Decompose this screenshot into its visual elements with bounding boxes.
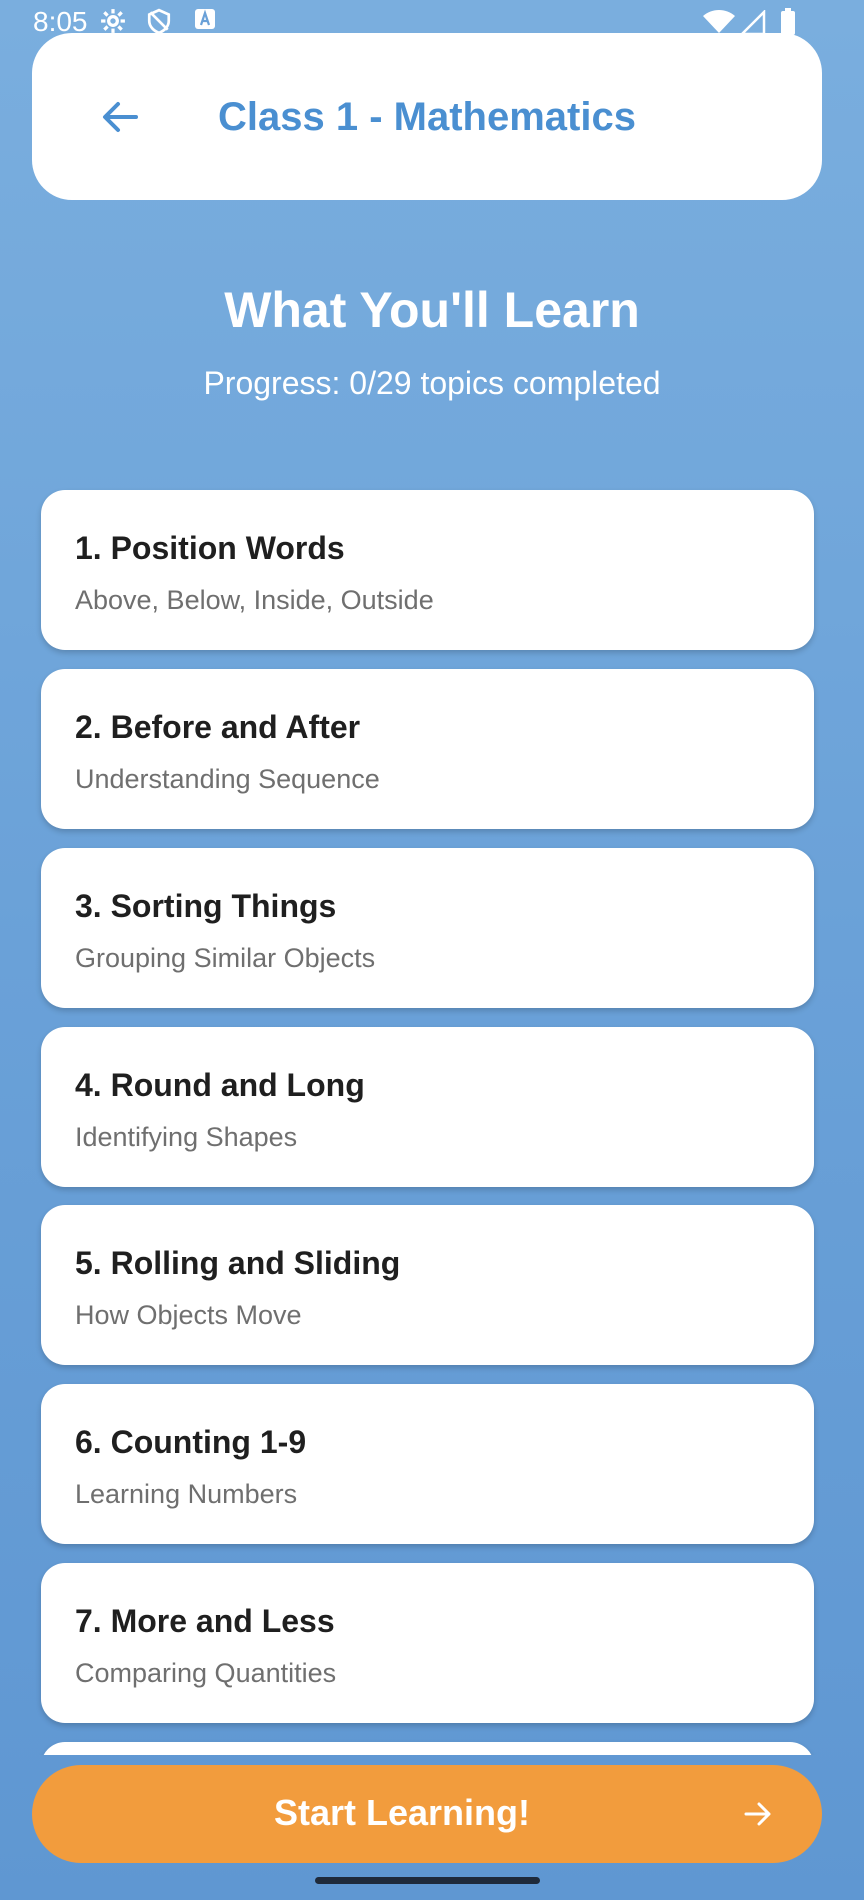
topic-title: 2. Before and After	[75, 709, 361, 745]
arrow-right-icon	[744, 1802, 771, 1826]
settings-icon	[101, 9, 125, 33]
topic-title: 6. Counting 1-9	[75, 1424, 307, 1460]
topic-card[interactable]: 2. Before and After Understanding Sequen…	[41, 669, 814, 829]
topic-title: 1. Position Words	[75, 530, 345, 566]
page-title: Class 1 - Mathematics	[218, 95, 636, 139]
topic-card[interactable]: 4. Round and Long Identifying Shapes	[41, 1027, 814, 1187]
topic-title: 3. Sorting Things	[75, 888, 337, 924]
topic-card[interactable]: 7. More and Less Comparing Quantities	[41, 1563, 814, 1723]
topic-subtitle: Grouping Similar Objects	[75, 943, 376, 973]
battery-icon	[781, 8, 795, 35]
topic-card[interactable]: 3. Sorting Things Grouping Similar Objec…	[41, 848, 814, 1008]
topic-subtitle: Understanding Sequence	[75, 764, 380, 794]
topic-subtitle: Above, Below, Inside, Outside	[75, 585, 434, 615]
topic-title: 5. Rolling and Sliding	[75, 1245, 401, 1281]
topic-list[interactable]: 1. Position Words Above, Below, Inside, …	[0, 480, 864, 1755]
shield-icon	[147, 8, 171, 34]
topic-title: 4. Round and Long	[75, 1067, 365, 1103]
topic-subtitle: Identifying Shapes	[75, 1122, 298, 1152]
section-title: What You'll Learn	[224, 282, 640, 338]
home-indicator[interactable]	[315, 1877, 540, 1884]
topic-subtitle: How Objects Move	[75, 1300, 302, 1330]
topic-subtitle: Comparing Quantities	[75, 1658, 337, 1688]
topic-card[interactable]: 1. Position Words Above, Below, Inside, …	[41, 490, 814, 650]
progress-text: Progress: 0/29 topics completed	[203, 365, 661, 401]
app-header: Class 1 - Mathematics	[32, 33, 822, 200]
topic-subtitle: Learning Numbers	[75, 1479, 298, 1509]
start-learning-button[interactable]: Start Learning!	[32, 1765, 822, 1863]
topic-title: 7. More and Less	[75, 1603, 335, 1639]
start-learning-label: Start Learning!	[273, 1792, 531, 1833]
topic-card[interactable]: 5. Rolling and Sliding How Objects Move	[41, 1205, 814, 1365]
wifi-icon	[703, 10, 735, 33]
topic-card[interactable]: 6. Counting 1-9 Learning Numbers	[41, 1384, 814, 1544]
keyboard-a-icon	[195, 9, 215, 29]
topic-card-partial[interactable]	[41, 1742, 814, 1755]
